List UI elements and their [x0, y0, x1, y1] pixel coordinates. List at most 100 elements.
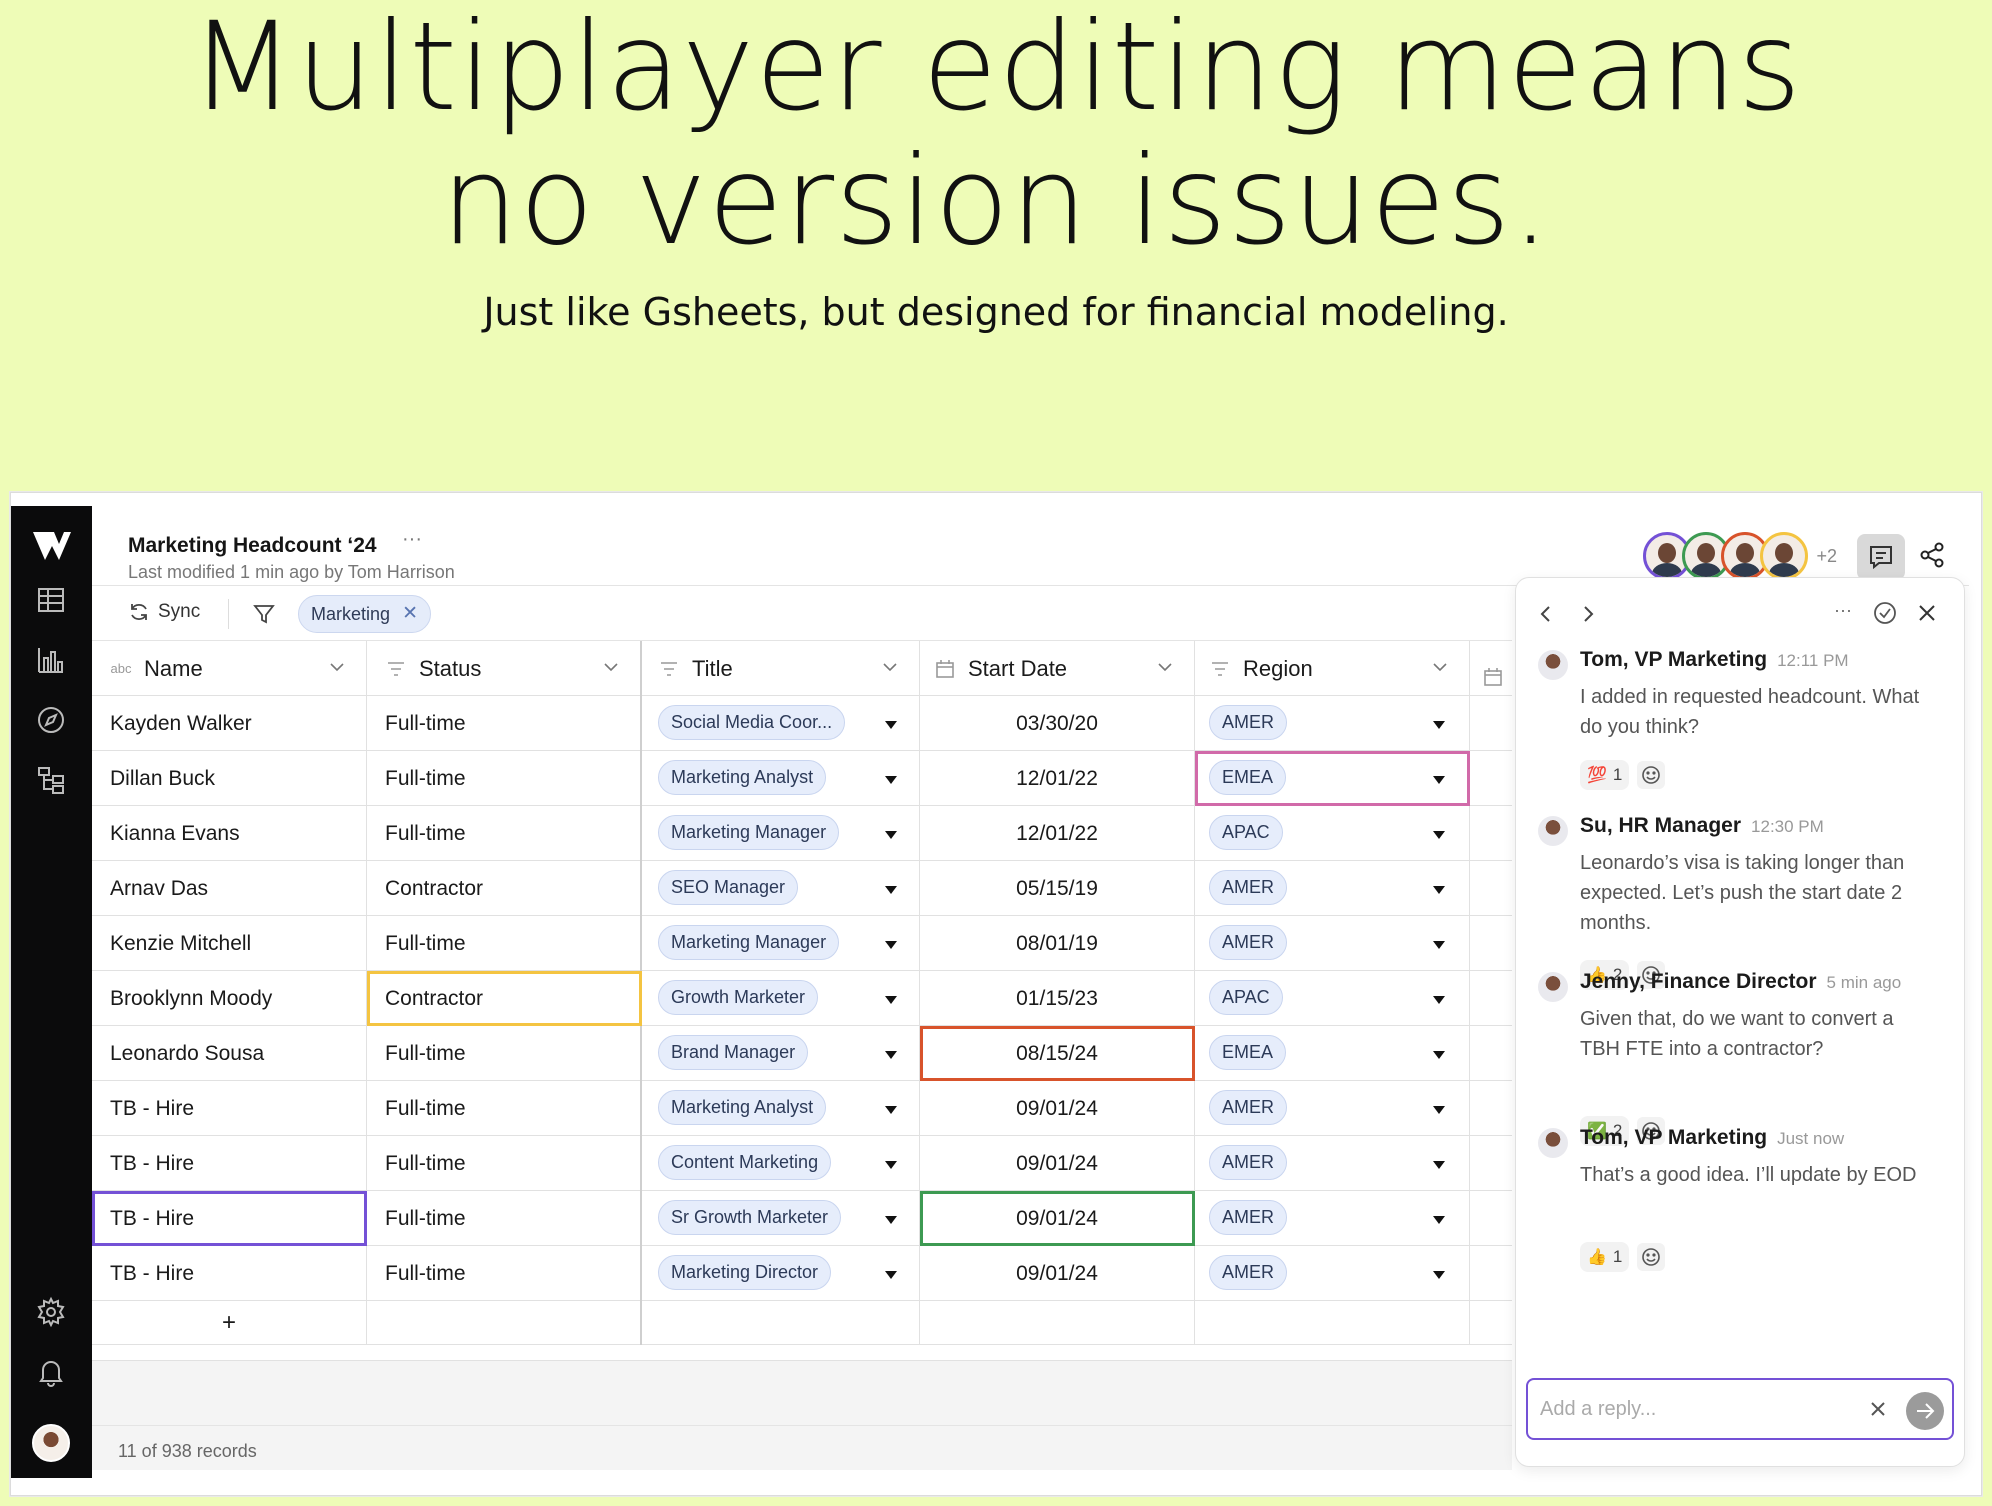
add-reaction-button[interactable] [1637, 1243, 1666, 1271]
cell-region[interactable]: APAC [1195, 971, 1470, 1026]
filter-icon[interactable] [252, 602, 276, 626]
dropdown-caret-icon[interactable] [885, 886, 897, 894]
reply-input[interactable] [1540, 1394, 1840, 1424]
reply-box[interactable] [1526, 1378, 1954, 1440]
dropdown-caret-icon[interactable] [885, 776, 897, 784]
chevron-down-icon[interactable] [1433, 663, 1447, 672]
dropdown-caret-icon[interactable] [1433, 1051, 1445, 1059]
dropdown-caret-icon[interactable] [885, 941, 897, 949]
column-header-title[interactable]: Title [642, 641, 920, 696]
cell-extra[interactable] [1470, 1081, 1512, 1136]
cell-status[interactable]: Full-time [367, 1191, 642, 1246]
cell-extra[interactable] [1470, 861, 1512, 916]
cell-status[interactable]: Full-time [367, 916, 642, 971]
reaction-button[interactable]: 💯 1 [1580, 760, 1630, 790]
clear-icon[interactable] [1865, 1396, 1891, 1422]
send-button[interactable] [1906, 1392, 1944, 1430]
dropdown-caret-icon[interactable] [885, 1216, 897, 1224]
dropdown-caret-icon[interactable] [1433, 1271, 1445, 1279]
settings-icon[interactable] [35, 1296, 67, 1328]
cell-title[interactable]: Sr Growth Marketer [642, 1191, 920, 1246]
cell-start-date[interactable]: 03/30/20 [920, 696, 1195, 751]
chevron-left-icon[interactable] [1534, 602, 1558, 626]
column-header-region[interactable]: Region [1195, 641, 1470, 696]
cell-start-date[interactable]: 01/15/23 [920, 971, 1195, 1026]
chevron-right-icon[interactable] [1576, 602, 1600, 626]
cell-title[interactable]: Brand Manager [642, 1026, 920, 1081]
dropdown-caret-icon[interactable] [1433, 1161, 1445, 1169]
cell-extra[interactable] [1470, 916, 1512, 971]
add-reaction-button[interactable] [1637, 761, 1666, 789]
document-title[interactable]: Marketing Headcount ‘24 [128, 534, 377, 558]
cell-status[interactable]: Full-time [367, 1246, 642, 1301]
cell-status[interactable]: Full-time [367, 806, 642, 861]
share-icon[interactable] [1915, 538, 1949, 572]
avatar[interactable] [32, 1424, 70, 1462]
cell-region[interactable]: AMER [1195, 1246, 1470, 1301]
cell-title[interactable]: Growth Marketer [642, 971, 920, 1026]
cell-start-date[interactable]: 08/01/19 [920, 916, 1195, 971]
chevron-down-icon[interactable] [1158, 663, 1172, 672]
cell-extra[interactable] [1470, 1026, 1512, 1081]
cell-name[interactable]: Brooklynn Moody [92, 971, 367, 1026]
close-icon[interactable] [1914, 600, 1940, 626]
more-collaborators-count[interactable]: +2 [1816, 546, 1837, 567]
cell-start-date[interactable]: 05/15/19 [920, 861, 1195, 916]
avatar[interactable] [1538, 650, 1568, 680]
dropdown-caret-icon[interactable] [1433, 831, 1445, 839]
cell-name[interactable]: TB - Hire [92, 1191, 367, 1246]
dropdown-caret-icon[interactable] [1433, 996, 1445, 1004]
dropdown-caret-icon[interactable] [1433, 1106, 1445, 1114]
cell-status[interactable]: Full-time [367, 696, 642, 751]
cell-status[interactable]: Full-time [367, 1136, 642, 1191]
resolve-check-icon[interactable] [1872, 600, 1898, 626]
cell-extra[interactable] [1470, 696, 1512, 751]
cell-name[interactable]: TB - Hire [92, 1246, 367, 1301]
cell-region[interactable]: AMER [1195, 1136, 1470, 1191]
column-header-start-date[interactable]: Start Date [920, 641, 1195, 696]
column-header-status[interactable]: Status [367, 641, 642, 696]
cell-name[interactable]: Kianna Evans [92, 806, 367, 861]
cell-name[interactable]: Arnav Das [92, 861, 367, 916]
cell-status[interactable]: Contractor [367, 861, 642, 916]
cell-extra[interactable] [1470, 1136, 1512, 1191]
sync-button[interactable]: Sync [128, 601, 200, 623]
cell-region[interactable]: EMEA [1195, 1026, 1470, 1081]
cell-status[interactable]: Full-time [367, 751, 642, 806]
chevron-down-icon[interactable] [883, 663, 897, 672]
logo-icon[interactable] [31, 526, 73, 566]
cell-name[interactable]: TB - Hire [92, 1136, 367, 1191]
dropdown-caret-icon[interactable] [1433, 886, 1445, 894]
cell-name[interactable]: Dillan Buck [92, 751, 367, 806]
cell-title[interactable]: Marketing Director [642, 1246, 920, 1301]
cell-region[interactable]: AMER [1195, 1081, 1470, 1136]
avatar[interactable] [1538, 816, 1568, 846]
more-options-icon[interactable]: ··· [402, 528, 422, 551]
comments-button[interactable] [1857, 534, 1905, 580]
cell-extra[interactable] [1470, 806, 1512, 861]
cell-region[interactable]: AMER [1195, 696, 1470, 751]
cell-region[interactable]: AMER [1195, 861, 1470, 916]
dropdown-caret-icon[interactable] [885, 1106, 897, 1114]
avatar[interactable] [1538, 1128, 1568, 1158]
cell-start-date[interactable]: 09/01/24 [920, 1136, 1195, 1191]
cell-name[interactable]: TB - Hire [92, 1081, 367, 1136]
add-row-button[interactable]: + [92, 1301, 367, 1345]
cell-title[interactable]: SEO Manager [642, 861, 920, 916]
cell-extra[interactable] [1470, 1246, 1512, 1301]
collaborator-avatars[interactable]: +2 [1643, 532, 1837, 580]
avatar[interactable] [1538, 972, 1568, 1002]
dropdown-caret-icon[interactable] [885, 831, 897, 839]
cell-start-date[interactable]: 08/15/24 [920, 1026, 1195, 1081]
cell-extra[interactable] [1470, 1191, 1512, 1246]
column-header-extra[interactable] [1470, 641, 1512, 696]
cell-title[interactable]: Marketing Analyst [642, 1081, 920, 1136]
cell-title[interactable]: Social Media Coor... [642, 696, 920, 751]
cell-region[interactable]: APAC [1195, 806, 1470, 861]
cell-title[interactable]: Content Marketing [642, 1136, 920, 1191]
dropdown-caret-icon[interactable] [885, 721, 897, 729]
table-icon[interactable] [35, 584, 67, 616]
cell-extra[interactable] [1470, 971, 1512, 1026]
dropdown-caret-icon[interactable] [1433, 776, 1445, 784]
more-options-icon[interactable]: ··· [1834, 600, 1852, 621]
